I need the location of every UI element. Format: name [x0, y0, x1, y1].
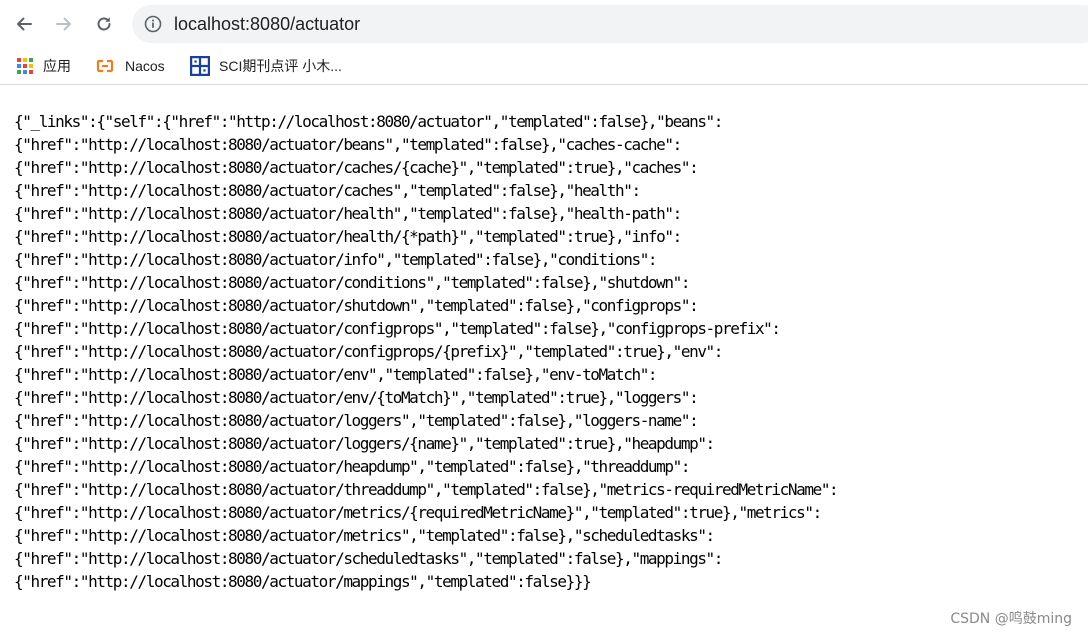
bookmarks-bar: 应用 Nacos SCI期刊点评 小木...	[0, 48, 1088, 85]
watermark: CSDN @鸣鼓ming	[950, 611, 1072, 627]
json-line: {"href":"http://localhost:8080/actuator/…	[14, 388, 699, 407]
bookmark-label: 应用	[43, 58, 71, 74]
info-icon[interactable]	[144, 15, 162, 33]
forward-button[interactable]	[48, 8, 80, 40]
json-line: {"href":"http://localhost:8080/actuator/…	[14, 457, 690, 476]
back-button[interactable]	[8, 8, 40, 40]
reload-button[interactable]	[88, 8, 120, 40]
json-line: {"href":"http://localhost:8080/actuator/…	[14, 204, 682, 223]
json-line: {"href":"http://localhost:8080/actuator/…	[14, 158, 699, 177]
url-text[interactable]: localhost:8080/actuator	[174, 13, 360, 35]
arrow-right-icon	[56, 17, 71, 31]
nacos-logo-icon	[96, 59, 114, 73]
json-line: {"href":"http://localhost:8080/actuator/…	[14, 365, 658, 384]
reload-icon	[97, 17, 111, 31]
bookmark-nacos[interactable]: Nacos	[94, 56, 165, 76]
sci-journal-icon	[190, 56, 210, 76]
json-line: {"href":"http://localhost:8080/actuator/…	[14, 549, 723, 568]
json-line: {"href":"http://localhost:8080/actuator/…	[14, 434, 715, 453]
json-line: {"_links":{"self":{"href":"http://localh…	[14, 112, 723, 131]
json-line: {"href":"http://localhost:8080/actuator/…	[14, 296, 699, 315]
json-line: {"href":"http://localhost:8080/actuator/…	[14, 342, 723, 361]
browser-toolbar: localhost:8080/actuator	[0, 0, 1088, 48]
address-bar[interactable]: localhost:8080/actuator	[132, 5, 1088, 43]
json-line: {"href":"http://localhost:8080/actuator/…	[14, 572, 592, 591]
json-line: {"href":"http://localhost:8080/actuator/…	[14, 135, 682, 154]
bookmark-sci[interactable]: SCI期刊点评 小木...	[190, 56, 342, 76]
json-line: {"href":"http://localhost:8080/actuator/…	[14, 526, 715, 545]
apps-grid-icon	[17, 58, 33, 74]
bookmark-label: SCI期刊点评 小木...	[219, 58, 342, 74]
arrow-left-icon	[17, 17, 32, 31]
bookmark-label: Nacos	[125, 58, 165, 74]
json-line: {"href":"http://localhost:8080/actuator/…	[14, 250, 658, 269]
json-line: {"href":"http://localhost:8080/actuator/…	[14, 480, 839, 499]
bookmark-apps[interactable]: 应用	[16, 56, 71, 76]
json-line: {"href":"http://localhost:8080/actuator/…	[14, 503, 822, 522]
json-line: {"href":"http://localhost:8080/actuator/…	[14, 227, 682, 246]
json-response-body: {"_links":{"self":{"href":"http://localh…	[14, 110, 1088, 593]
json-line: {"href":"http://localhost:8080/actuator/…	[14, 181, 641, 200]
json-line: {"href":"http://localhost:8080/actuator/…	[14, 273, 690, 292]
json-line: {"href":"http://localhost:8080/actuator/…	[14, 411, 699, 430]
json-line: {"href":"http://localhost:8080/actuator/…	[14, 319, 781, 338]
